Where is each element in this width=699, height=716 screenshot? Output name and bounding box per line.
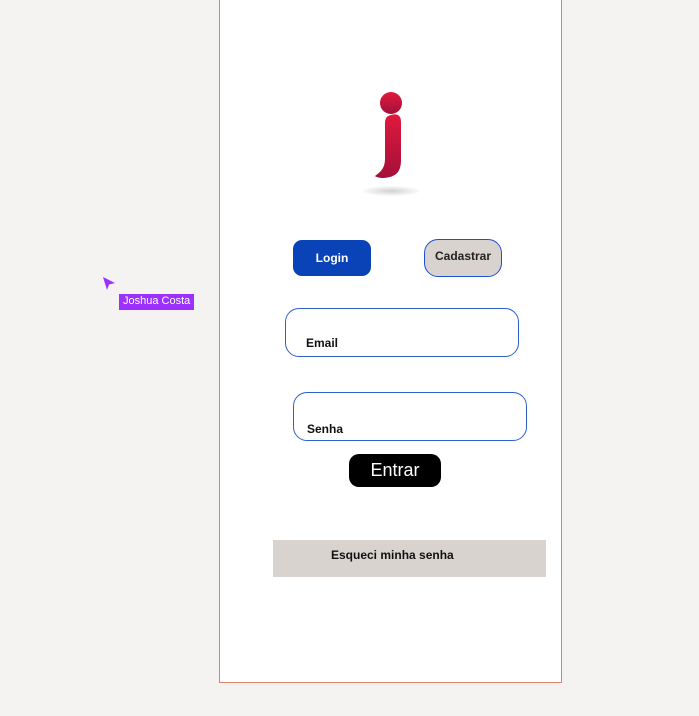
password-label: Senha (307, 422, 344, 436)
letter-j-logo-icon (375, 92, 402, 178)
password-field[interactable]: Senha (293, 392, 527, 441)
email-label: Email (306, 336, 339, 350)
logo-shadow (362, 186, 420, 196)
collaborator-name-tag: Joshua Costa (119, 294, 195, 310)
email-field[interactable]: Email (285, 308, 519, 357)
tab-signup[interactable]: Cadastrar (424, 239, 502, 277)
app-frame: Login Cadastrar Email Senha Entrar Esque… (219, 0, 562, 683)
tab-login[interactable]: Login (293, 240, 371, 276)
login-submit-button[interactable]: Entrar (349, 454, 441, 487)
collaborator-cursor-icon (103, 277, 115, 290)
forgot-password-link[interactable]: Esqueci minha senha (273, 540, 546, 577)
